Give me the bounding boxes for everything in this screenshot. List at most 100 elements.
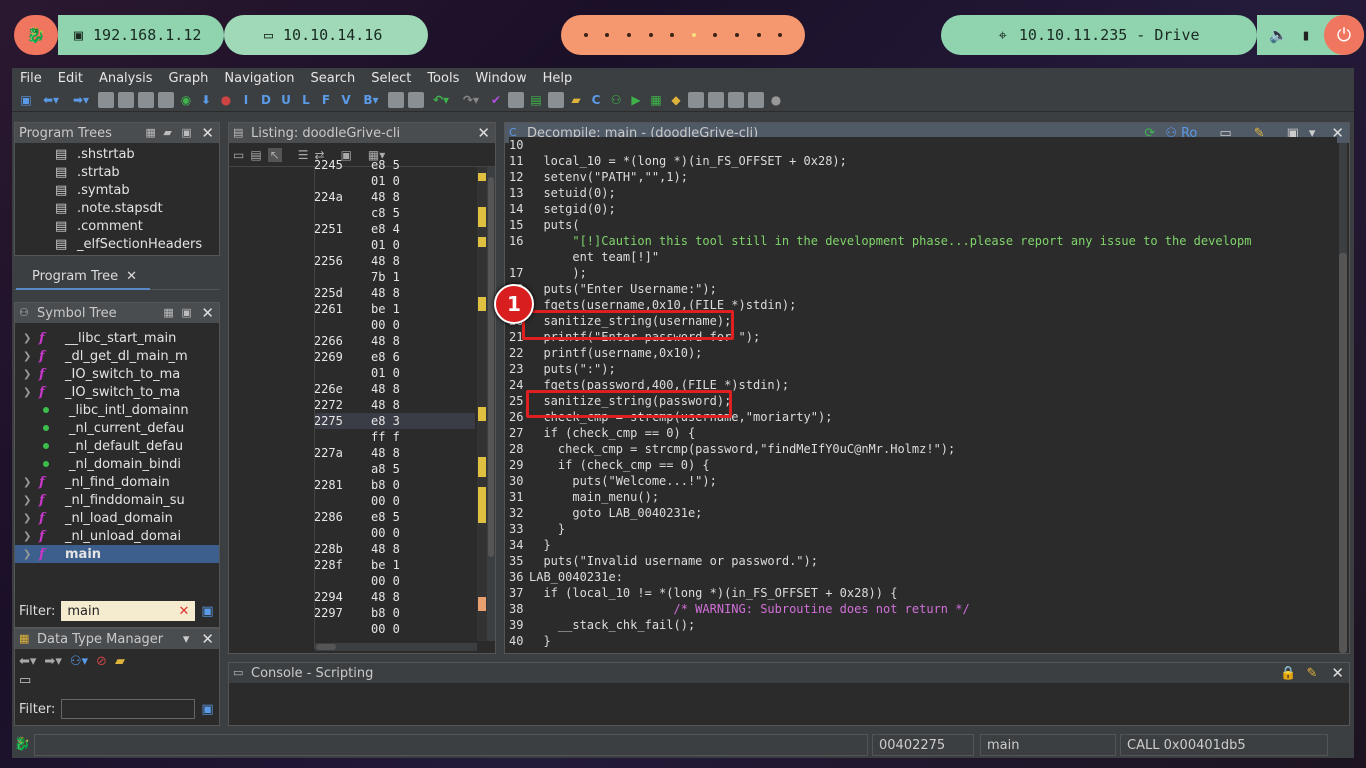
nav-icon[interactable] <box>158 91 174 108</box>
menu-edit[interactable]: Edit <box>56 71 91 86</box>
listing-overview-bar[interactable] <box>477 167 487 641</box>
tree-icon[interactable]: ▦ <box>163 306 177 320</box>
kali-menu-button[interactable]: 🐉 <box>14 15 58 55</box>
tool-icon[interactable] <box>688 91 704 108</box>
workspace-dot[interactable] <box>670 33 675 37</box>
menu-select[interactable]: Select <box>369 71 419 86</box>
code-line[interactable]: 40 } <box>509 633 1337 649</box>
chevron-right-icon[interactable]: ❯ <box>15 477 39 488</box>
bubble-icon[interactable]: ● <box>768 92 784 108</box>
code-line[interactable]: 23 puts(":"); <box>509 361 1337 377</box>
dtm-filter-input[interactable] <box>61 699 196 719</box>
tree-icon[interactable]: ▣ <box>181 306 195 320</box>
chevron-right-icon[interactable]: ❯ <box>15 333 39 344</box>
close-icon[interactable]: ✕ <box>126 269 137 284</box>
next-instruction-icon[interactable]: ⬇ <box>198 92 214 108</box>
code-line[interactable]: 10 <box>509 137 1337 153</box>
address[interactable]: 0040226e <box>315 381 371 397</box>
listing-row[interactable]: 00402251e8 4 <box>315 221 475 237</box>
code-line[interactable]: 12 setenv("PATH","",1); <box>509 169 1337 185</box>
cursor-icon[interactable]: ↖ <box>267 147 282 162</box>
list-item[interactable]: ▤ .symtab <box>55 181 219 199</box>
workspace-dot[interactable] <box>605 33 610 37</box>
B-icon[interactable]: B▾ <box>358 92 384 108</box>
address[interactable]: 00402269 <box>315 349 371 365</box>
menu-file[interactable]: File <box>18 71 50 86</box>
next-undefined-icon[interactable]: ● <box>218 92 234 108</box>
listing-row[interactable]: 00402286e8 5 <box>315 509 475 525</box>
address[interactable]: 00402297 <box>315 605 371 621</box>
forward-icon[interactable]: ➡▾ <box>68 92 94 108</box>
tree-item[interactable]: _libc_intl_domainn <box>15 401 219 419</box>
nav-icon[interactable] <box>98 91 114 108</box>
listing-row[interactable]: 01 0 <box>315 237 475 253</box>
code-line[interactable]: 15 puts( <box>509 217 1337 233</box>
listing-row[interactable]: 00 0 <box>315 317 475 333</box>
tool-icon[interactable] <box>708 91 724 108</box>
listing-row[interactable]: 0040226e48 8 <box>315 381 475 397</box>
code-line[interactable]: 30 puts("Welcome...!"); <box>509 473 1337 489</box>
listing-row[interactable]: 0040224a48 8 <box>315 189 475 205</box>
list-item[interactable]: ▤ .strtab <box>55 163 219 181</box>
diamond-icon[interactable]: ◆ <box>668 92 684 108</box>
code-line[interactable]: 39 __stack_chk_fail(); <box>509 617 1337 633</box>
back-icon[interactable]: ⬅▾ <box>19 654 36 669</box>
format-icon[interactable]: ☰ <box>298 148 309 162</box>
tool-icon[interactable] <box>388 91 404 108</box>
list-item[interactable]: ▤ .note.stapsdt <box>55 199 219 217</box>
close-icon[interactable]: ✕ <box>1331 664 1344 682</box>
workspace-dot[interactable] <box>713 33 718 37</box>
address[interactable]: 00402266 <box>315 333 371 349</box>
code-line[interactable]: 22 printf(username,0x10); <box>509 345 1337 361</box>
listing-row[interactable]: 00 0 <box>315 525 475 541</box>
tree-item[interactable]: ❯ f _nl_find_domain <box>15 473 219 491</box>
code-line[interactable]: 11 local_10 = *(long *)(in_FS_OFFSET + 0… <box>509 153 1337 169</box>
address[interactable]: 00402286 <box>315 509 371 525</box>
paste-icon[interactable]: ▤ <box>250 148 261 162</box>
address[interactable]: 0040228f <box>315 557 371 573</box>
nav-icon[interactable]: ◉ <box>178 92 194 108</box>
workspace-dot[interactable] <box>778 33 783 37</box>
I-icon[interactable]: I <box>238 92 254 108</box>
listing-row[interactable]: a8 5 <box>315 461 475 477</box>
F-icon[interactable]: F <box>318 92 334 108</box>
code-line[interactable]: 18 puts("Enter Username:"); <box>509 281 1337 297</box>
address[interactable]: 00402281 <box>315 477 371 493</box>
workspace-dot[interactable] <box>648 33 653 37</box>
address[interactable]: 00402256 <box>315 253 371 269</box>
listing-row[interactable]: 0040225648 8 <box>315 253 475 269</box>
address[interactable]: 0040228b <box>315 541 371 557</box>
code-line[interactable]: 33 } <box>509 521 1337 537</box>
archive-icon[interactable]: ⚇▾ <box>70 654 88 669</box>
filter-options-icon[interactable]: ▣ <box>201 604 213 619</box>
tab-program-tree[interactable]: Program Tree ✕ <box>16 264 150 290</box>
listing-row[interactable]: ff f <box>315 429 475 445</box>
menu-help[interactable]: Help <box>541 71 581 86</box>
split-divider[interactable] <box>222 122 226 726</box>
menu-graph[interactable]: Graph <box>167 71 217 86</box>
workspace-dot[interactable] <box>756 33 761 37</box>
close-icon[interactable]: ✕ <box>201 304 214 322</box>
list-item[interactable]: ▤ .comment <box>55 217 219 235</box>
chevron-right-icon[interactable]: ❯ <box>15 531 39 542</box>
workspace-dot[interactable] <box>734 33 739 37</box>
code-line[interactable]: 35 puts("Invalid username or password.")… <box>509 553 1337 569</box>
code-line[interactable]: 27 if (check_cmp == 0) { <box>509 425 1337 441</box>
chevron-right-icon[interactable]: ❯ <box>15 495 39 506</box>
list-item[interactable]: ▤ .shstrtab <box>55 145 219 163</box>
address[interactable]: 00402251 <box>315 221 371 237</box>
code-line[interactable]: 16 "[!]Caution this tool still in the de… <box>509 233 1337 249</box>
back-icon[interactable]: ⬅▾ <box>38 92 64 108</box>
scrollbar[interactable] <box>1339 143 1347 653</box>
menu-search[interactable]: Search <box>309 71 364 86</box>
tool-icon[interactable] <box>728 91 744 108</box>
listing-row[interactable]: c8 5 <box>315 205 475 221</box>
listing-row[interactable]: 0040227a48 8 <box>315 445 475 461</box>
code-line[interactable]: 36 LAB_0040231e: <box>509 569 1337 585</box>
tree-icon[interactable]: ▣ <box>181 126 195 140</box>
chevron-right-icon[interactable]: ❯ <box>15 369 39 380</box>
tree-item[interactable]: ❯ f _nl_load_domain <box>15 509 219 527</box>
listing-row[interactable]: 00402245e8 5 <box>315 157 475 173</box>
listing-row[interactable]: 7b 1 <box>315 269 475 285</box>
D-icon[interactable]: D <box>258 92 274 108</box>
